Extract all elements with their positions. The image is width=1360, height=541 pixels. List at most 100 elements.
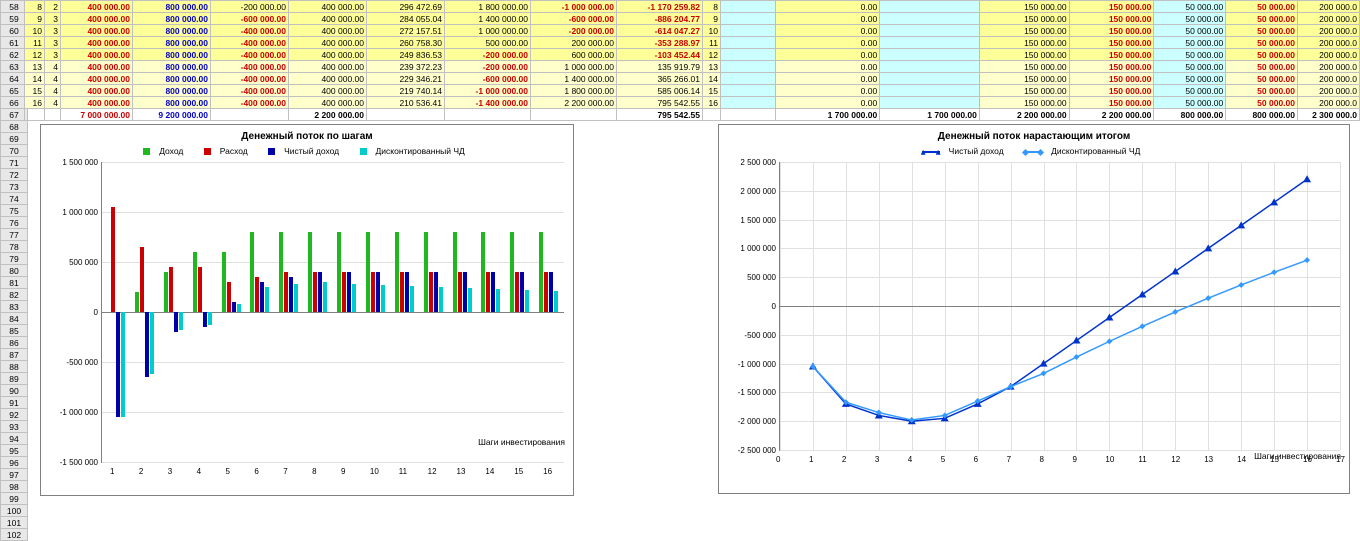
cell[interactable]: -103 452.44	[617, 49, 703, 61]
cell[interactable]: 0.00	[775, 61, 880, 73]
cell[interactable]	[720, 85, 775, 97]
cell[interactable]: 150 000.00	[1069, 13, 1154, 25]
bar[interactable]	[164, 272, 168, 312]
bar[interactable]	[323, 282, 327, 312]
cell[interactable]: 150 000.00	[979, 37, 1069, 49]
cell[interactable]: -400 000.00	[211, 25, 289, 37]
cell[interactable]: 229 346.21	[367, 73, 445, 85]
cell[interactable]: 150 000.00	[1069, 85, 1154, 97]
bar[interactable]	[318, 272, 322, 312]
cell[interactable]: 50 000.00	[1226, 13, 1298, 25]
cell[interactable]	[880, 73, 980, 85]
cell[interactable]: 50 000.00	[1226, 73, 1298, 85]
cell[interactable]: 0.00	[775, 13, 880, 25]
cell[interactable]: -200 000.00	[211, 1, 289, 13]
cell[interactable]: -200 000.00	[445, 61, 531, 73]
row-header[interactable]: 89	[1, 373, 28, 385]
cell[interactable]: 239 372.23	[367, 61, 445, 73]
row-header[interactable]: 92	[1, 409, 28, 421]
cell[interactable]: 4	[45, 61, 61, 73]
cell[interactable]: 14	[25, 73, 45, 85]
bar[interactable]	[544, 272, 548, 312]
total-cell[interactable]	[531, 109, 617, 121]
bar[interactable]	[463, 272, 467, 312]
bar[interactable]	[510, 232, 514, 312]
bar[interactable]	[284, 272, 288, 312]
bar[interactable]	[150, 312, 154, 374]
bar[interactable]	[179, 312, 183, 330]
cell[interactable]: 16	[25, 97, 45, 109]
cell[interactable]: 400 000.00	[289, 25, 367, 37]
cell[interactable]: 365 266.01	[617, 73, 703, 85]
cell[interactable]: 50 000.00	[1226, 49, 1298, 61]
cell[interactable]: 400 000.00	[61, 37, 133, 49]
cell[interactable]: 272 157.51	[367, 25, 445, 37]
total-cell[interactable]: 1 700 000.00	[880, 109, 980, 121]
cell[interactable]: 50 000.00	[1154, 37, 1226, 49]
cell[interactable]: 800 000.00	[133, 1, 211, 13]
bar[interactable]	[250, 232, 254, 312]
total-cell[interactable]: 795 542.55	[617, 109, 703, 121]
cell[interactable]: 1 800 000.00	[531, 85, 617, 97]
cell[interactable]: 200 000.0	[1298, 73, 1360, 85]
bar[interactable]	[342, 272, 346, 312]
total-cell[interactable]: 9 200 000.00	[133, 109, 211, 121]
cell[interactable]: 1 400 000.00	[531, 73, 617, 85]
row-header[interactable]: 95	[1, 445, 28, 457]
cell[interactable]: 0.00	[775, 85, 880, 97]
cell[interactable]: -353 288.97	[617, 37, 703, 49]
cell[interactable]: 400 000.00	[289, 61, 367, 73]
cell[interactable]: 150 000.00	[979, 49, 1069, 61]
bar[interactable]	[193, 252, 197, 312]
row-header[interactable]: 98	[1, 481, 28, 493]
cell[interactable]: 11	[703, 37, 721, 49]
cell[interactable]: 400 000.00	[61, 25, 133, 37]
total-cell[interactable]: 1 700 000.00	[775, 109, 880, 121]
total-cell[interactable]	[445, 109, 531, 121]
cell[interactable]: 200 000.0	[1298, 25, 1360, 37]
bar[interactable]	[121, 312, 125, 417]
row-header[interactable]: 68	[1, 121, 28, 133]
cell[interactable]: 800 000.00	[133, 61, 211, 73]
bar[interactable]	[135, 292, 139, 312]
cell[interactable]: 3	[45, 25, 61, 37]
bar[interactable]	[539, 232, 543, 312]
total-cell[interactable]	[45, 109, 61, 121]
cell[interactable]: 400 000.00	[61, 97, 133, 109]
row-header[interactable]: 88	[1, 361, 28, 373]
cell[interactable]: -600 000.00	[445, 73, 531, 85]
bar[interactable]	[496, 289, 500, 312]
cell[interactable]: 400 000.00	[289, 85, 367, 97]
cell[interactable]: 150 000.00	[1069, 37, 1154, 49]
cell[interactable]: 200 000.0	[1298, 85, 1360, 97]
cell[interactable]: 400 000.00	[289, 13, 367, 25]
bar[interactable]	[289, 277, 293, 312]
cell[interactable]: 400 000.00	[289, 1, 367, 13]
bar[interactable]	[203, 312, 207, 327]
cell[interactable]: -614 047.27	[617, 25, 703, 37]
cell[interactable]: 8	[703, 1, 721, 13]
cell[interactable]	[720, 73, 775, 85]
cell[interactable]: 50 000.00	[1154, 61, 1226, 73]
cell[interactable]: 0.00	[775, 49, 880, 61]
cell[interactable]: 135 919.79	[617, 61, 703, 73]
line-plot-area[interactable]: -2 500 000-2 000 000-1 500 000-1 000 000…	[779, 162, 1340, 451]
cell[interactable]	[880, 85, 980, 97]
cell[interactable]: 13	[703, 61, 721, 73]
bar[interactable]	[481, 232, 485, 312]
cell[interactable]: 9	[703, 13, 721, 25]
cell[interactable]: 400 000.00	[61, 73, 133, 85]
row-header[interactable]: 71	[1, 157, 28, 169]
row-header[interactable]: 84	[1, 313, 28, 325]
cell[interactable]: 50 000.00	[1154, 13, 1226, 25]
cell[interactable]: -1 400 000.00	[445, 97, 531, 109]
cell[interactable]: 500 000.00	[445, 37, 531, 49]
total-cell[interactable]: 7 000 000.00	[61, 109, 133, 121]
cell[interactable]: 10	[25, 25, 45, 37]
cell[interactable]: 585 006.14	[617, 85, 703, 97]
bar[interactable]	[140, 247, 144, 312]
bar[interactable]	[116, 312, 120, 417]
bar-chart[interactable]: Денежный поток по шагам Доход Расход Чис…	[40, 124, 574, 496]
cell[interactable]: 14	[703, 73, 721, 85]
row-header[interactable]: 83	[1, 301, 28, 313]
